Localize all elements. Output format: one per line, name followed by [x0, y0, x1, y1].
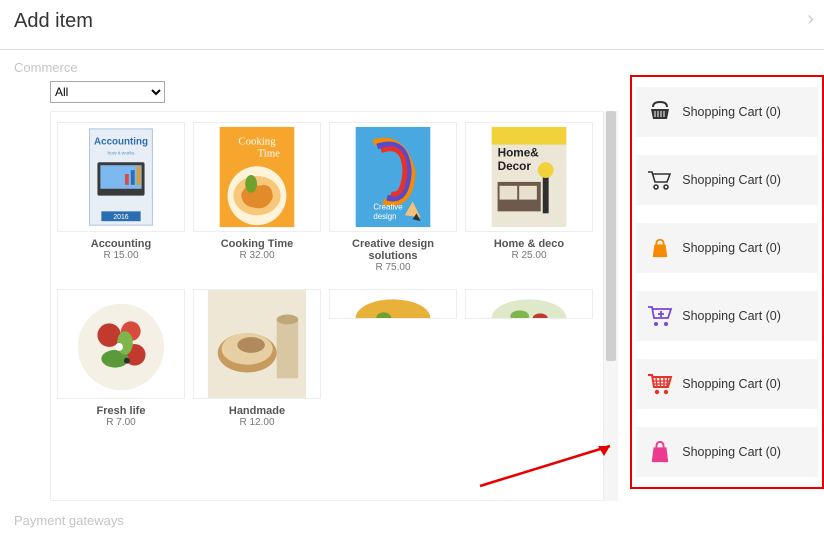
product-card[interactable]: Creative design Creative design solution… [329, 122, 457, 281]
product-thumb[interactable]: Cooking Time [193, 122, 321, 232]
product-title: Cooking Time [193, 238, 321, 250]
scrollbar-thumb[interactable] [606, 111, 616, 361]
product-price: R 12.00 [193, 417, 321, 428]
product-thumb[interactable] [57, 289, 185, 399]
cart-widget-label: Shopping Cart (0) [682, 377, 781, 391]
section-label-commerce: Commerce [0, 60, 824, 75]
svg-text:Time: Time [258, 147, 281, 159]
product-card[interactable]: Handmade R 12.00 [193, 289, 321, 436]
cart-widget-bag-pink[interactable]: Shopping Cart (0) [636, 427, 818, 477]
cart-widget-bag-orange[interactable]: Shopping Cart (0) [636, 223, 818, 273]
product-thumb[interactable] [329, 289, 457, 319]
product-price: R 15.00 [57, 250, 185, 261]
svg-text:Creative: Creative [373, 202, 403, 211]
cart-widget-label: Shopping Cart (0) [682, 241, 781, 255]
product-card[interactable]: Home& Decor Home & deco R 25.00 [465, 122, 593, 281]
bag-fill-icon [646, 438, 674, 466]
product-price: R 25.00 [465, 250, 593, 261]
product-price: R 7.00 [57, 417, 185, 428]
svg-text:Cooking: Cooking [238, 136, 276, 148]
svg-text:Home&: Home& [498, 146, 540, 159]
basket-icon [646, 98, 674, 126]
svg-text:2016: 2016 [113, 214, 128, 221]
product-grid: Accounting how it works 2016 Accounting [50, 111, 604, 501]
product-card[interactable] [465, 289, 593, 436]
cart-widget-label: Shopping Cart (0) [682, 105, 781, 119]
svg-text:Accounting: Accounting [94, 137, 148, 148]
filter-select[interactable]: All [50, 81, 165, 103]
bag-icon [646, 234, 674, 262]
svg-text:how it works: how it works [108, 150, 135, 156]
product-thumb[interactable]: Home& Decor [465, 122, 593, 232]
scrollbar[interactable] [604, 111, 618, 501]
page-title: Add item [14, 10, 93, 32]
divider [0, 49, 824, 50]
product-card[interactable]: Cooking Time Cooking Time R 32.00 [193, 122, 321, 281]
svg-text:design: design [373, 212, 396, 221]
cart-widgets-panel: Shopping Cart (0) Shopping Cart (0) Shop… [630, 75, 824, 489]
product-title: Creative design solutions [329, 238, 457, 262]
product-thumb[interactable]: Creative design [329, 122, 457, 232]
close-icon[interactable]: › [807, 8, 814, 31]
trolley-fill-icon [646, 370, 674, 398]
product-card[interactable]: Fresh life R 7.00 [57, 289, 185, 436]
cart-widget-label: Shopping Cart (0) [682, 173, 781, 187]
trolley-outline-icon [646, 166, 674, 194]
product-card[interactable] [329, 289, 457, 436]
product-price: R 32.00 [193, 250, 321, 261]
product-title: Home & deco [465, 238, 593, 250]
product-title: Fresh life [57, 405, 185, 417]
section-label-payment: Payment gateways [0, 513, 824, 528]
product-price: R 75.00 [329, 262, 457, 273]
product-thumb[interactable]: Accounting how it works 2016 [57, 122, 185, 232]
cart-widget-trolley-fill[interactable]: Shopping Cart (0) [636, 359, 818, 409]
cart-widget-label: Shopping Cart (0) [682, 309, 781, 323]
cart-widget-basket[interactable]: Shopping Cart (0) [636, 87, 818, 137]
cart-widget-trolley-outline[interactable]: Shopping Cart (0) [636, 155, 818, 205]
product-title: Handmade [193, 405, 321, 417]
trolley-plus-icon [646, 302, 674, 330]
product-thumb[interactable] [465, 289, 593, 319]
product-card[interactable]: Accounting how it works 2016 Accounting [57, 122, 185, 281]
svg-text:Decor: Decor [498, 160, 532, 173]
cart-widget-trolley-plus[interactable]: Shopping Cart (0) [636, 291, 818, 341]
product-thumb[interactable] [193, 289, 321, 399]
product-title: Accounting [57, 238, 185, 250]
cart-widget-label: Shopping Cart (0) [682, 445, 781, 459]
